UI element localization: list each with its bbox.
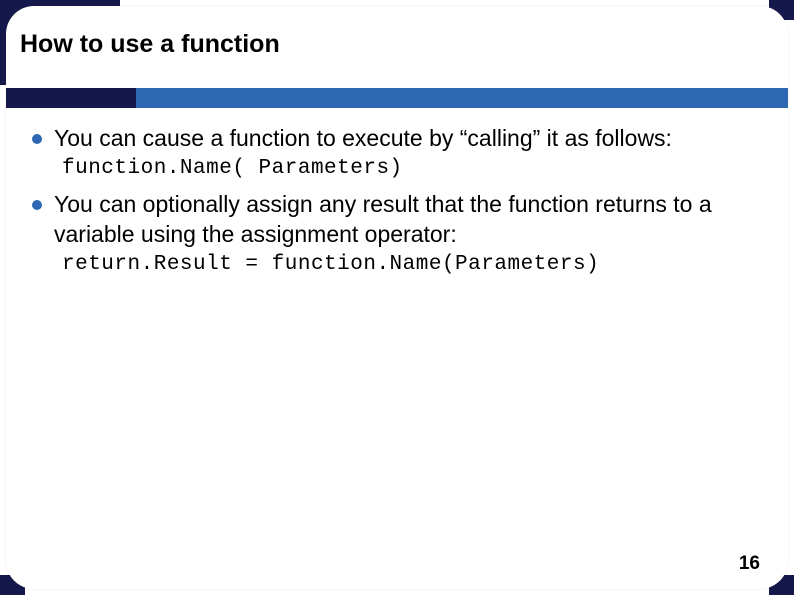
page-number: 16 — [739, 553, 760, 575]
bullet-dot-icon — [32, 134, 42, 144]
code-line: function.Name( Parameters) — [62, 157, 758, 180]
code-line: return.Result = function.Name(Parameters… — [62, 253, 758, 276]
bullet-text: You can optionally assign any result tha… — [54, 190, 758, 249]
bullet-item: You can optionally assign any result tha… — [32, 190, 758, 249]
bullet-item: You can cause a function to execute by “… — [32, 124, 758, 153]
slide-frame: How to use a function You can cause a fu… — [6, 6, 788, 589]
bullet-dot-icon — [32, 200, 42, 210]
bullet-text: You can cause a function to execute by “… — [54, 124, 672, 153]
divider-bar — [6, 88, 788, 108]
slide-title: How to use a function — [20, 30, 280, 59]
divider-segment-dark — [6, 88, 136, 108]
slide-content: You can cause a function to execute by “… — [32, 124, 758, 286]
divider-segment-blue — [136, 88, 788, 108]
